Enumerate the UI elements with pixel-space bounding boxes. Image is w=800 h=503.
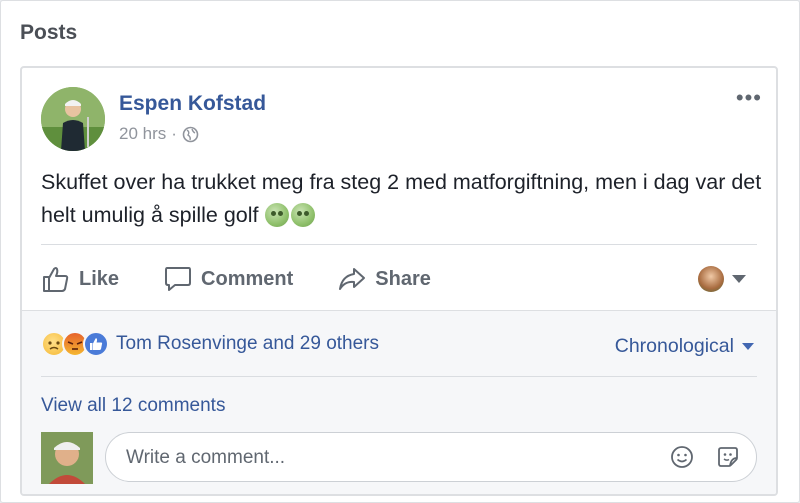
post-as-selector[interactable]	[698, 266, 746, 292]
share-arrow-icon	[337, 264, 367, 294]
globe-icon[interactable]	[182, 126, 199, 143]
like-label: Like	[79, 267, 120, 290]
sick-face-emoji-icon	[290, 203, 315, 227]
comment-button[interactable]: Comment	[163, 264, 293, 294]
reactions-summary[interactable]: Tom Rosenvinge and 29 others	[41, 331, 379, 357]
author-avatar-image	[41, 87, 105, 151]
author-avatar[interactable]	[41, 87, 105, 151]
comment-composer	[41, 432, 757, 484]
order-label: Chronological	[614, 335, 734, 357]
sticker-icon[interactable]	[716, 445, 740, 469]
comment-icon	[163, 264, 193, 294]
view-all-comments-link[interactable]: View all 12 comments	[41, 395, 225, 417]
more-options-icon[interactable]: •••	[736, 87, 762, 109]
post-text: Skuffet over ha trukket meg fra steg 2 m…	[41, 166, 766, 232]
sick-face-emoji-icon	[264, 203, 289, 227]
current-user-avatar	[698, 266, 724, 292]
post-meta: 20 hrs ·	[119, 124, 199, 144]
actions-divider	[41, 244, 757, 245]
post-actions: Like Comment Share	[41, 260, 475, 298]
thumbs-up-icon	[41, 264, 71, 294]
share-label: Share	[375, 267, 431, 290]
composer-icons	[670, 445, 740, 469]
author-name[interactable]: Espen Kofstad	[119, 92, 266, 116]
meta-separator: ·	[171, 124, 177, 143]
like-button[interactable]: Like	[41, 264, 119, 294]
reactors-text[interactable]: Tom Rosenvinge and 29 others	[116, 333, 379, 355]
section-title: Posts	[20, 21, 78, 44]
chevron-down-icon	[742, 343, 754, 350]
emoji-picker-icon[interactable]	[670, 445, 694, 469]
feedback-section: Tom Rosenvinge and 29 others Chronologic…	[22, 310, 776, 494]
comment-box	[105, 432, 757, 483]
comment-label: Comment	[201, 267, 294, 290]
post-card: Espen Kofstad 20 hrs · ••• Skuffet over …	[20, 66, 778, 496]
share-button[interactable]: Share	[337, 264, 431, 294]
posts-panel: Posts Espen Kofstad 20 hrs · ••• Skuffet…	[0, 0, 800, 503]
reactions-divider	[41, 376, 757, 377]
comment-input[interactable]	[124, 433, 648, 483]
post-body: Skuffet over ha trukket meg fra steg 2 m…	[41, 170, 762, 227]
like-reaction-icon	[83, 331, 109, 357]
comment-order-dropdown[interactable]: Chronological	[615, 335, 754, 358]
commenter-avatar	[41, 432, 93, 484]
chevron-down-icon	[732, 275, 746, 283]
post-time[interactable]: 20 hrs	[119, 124, 166, 144]
